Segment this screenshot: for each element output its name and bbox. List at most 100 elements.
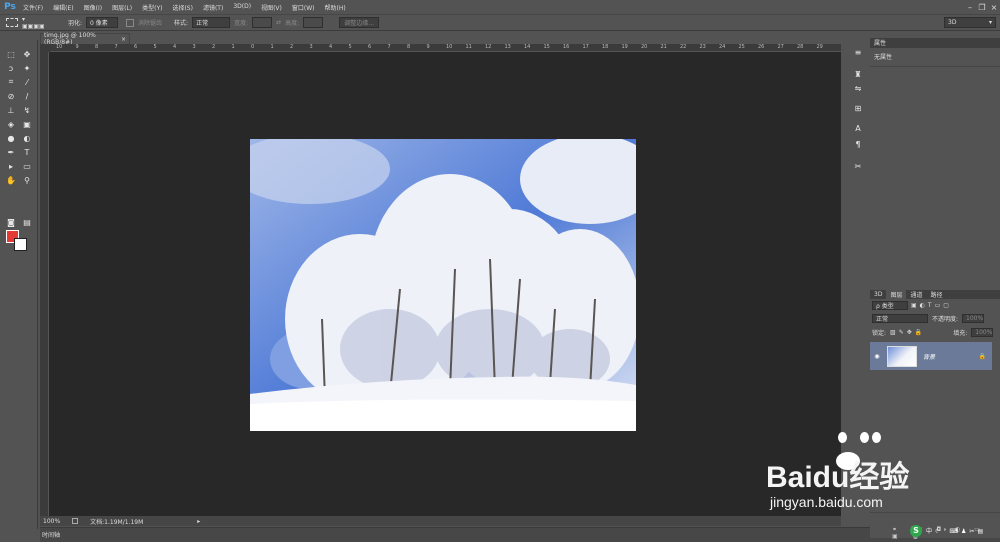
zoom-level[interactable]: 100% [43,518,60,525]
menu-item[interactable]: 类型(Y) [137,3,167,12]
feather-input[interactable]: 0 像素 [86,17,119,28]
quick-mask-icon[interactable]: ◙ [4,216,18,228]
tray-badge-icon[interactable]: S [910,524,922,537]
menu-item[interactable]: 编辑(E) [48,3,78,12]
ruler-tick-label: 12 [485,44,492,50]
width-input[interactable] [252,17,273,28]
styles-panel-icon[interactable]: ⊞ [851,102,865,114]
hand-icon[interactable]: ✋ [4,174,18,186]
layer-lock-icon: 🔒 [978,352,986,360]
minimize-icon[interactable]: – [964,2,976,13]
baidu-watermark: Baidu经验 jingyan.baidu.com [760,432,950,520]
canvas-area[interactable] [49,52,841,516]
timeline-tab[interactable]: 时间轴 [42,530,60,539]
ruler-tick-label: 11 [465,44,472,50]
screen-mode-icon[interactable]: ▤ [20,216,34,228]
export-icon[interactable] [72,518,79,524]
style-select[interactable]: 正常 [192,17,231,28]
rect-marquee-icon[interactable]: ⬚ [4,48,18,60]
refine-edge-button[interactable]: 调整边缘... [339,17,380,28]
antialias-label: 消除锯齿 [138,20,163,27]
tab-close-icon[interactable]: × [121,36,126,43]
layers-tab[interactable]: 路径 [926,290,946,299]
visibility-eye-icon[interactable]: ◉ [870,353,884,360]
menu-item[interactable]: 窗口(W) [287,3,320,12]
lock-icons[interactable]: ▧✎✥🔒 [890,329,925,336]
fill-input[interactable]: 100% [971,328,994,337]
history-panel-icon[interactable]: ≡ [851,46,865,58]
actions-panel-icon[interactable]: ♜ [851,68,865,80]
menu-item[interactable]: 视图(V) [256,3,287,12]
layers-tab[interactable]: 图层 [886,290,907,299]
menu-item[interactable]: 滤镜(T) [198,3,228,12]
path-select-icon[interactable]: ▸ [4,160,18,172]
layer-name[interactable]: 背景 [923,352,935,361]
layers-tab[interactable]: 通道 [906,290,926,299]
opacity-label: 不透明度: [932,316,959,323]
rectangle-shape-icon[interactable]: ▭ [20,160,34,172]
no-properties-text: 无属性 [874,54,893,61]
clone-stamp-icon[interactable]: ⊥ [4,104,18,116]
magic-wand-icon[interactable]: ✦ [20,62,34,74]
marquee-mode-icons[interactable]: ▾ ▣▣▣▣ [22,16,45,30]
document-tab[interactable]: timg.jpg @ 100%(RGB/8#) × [40,32,130,46]
swap-icon[interactable]: ⇄ [276,19,281,26]
ruler-tick-label: 1 [270,44,274,50]
menu-item[interactable]: 图像(I) [79,3,107,12]
ruler-tick-label: 28 [797,44,804,50]
history-brush-icon[interactable]: ↯ [20,104,34,116]
layer-filter-select[interactable]: ρ 类型 [872,301,908,310]
layer-row-background[interactable]: ◉ 背景 🔒 [870,342,992,370]
brush-icon[interactable]: / [20,90,34,102]
close-icon[interactable]: × [988,2,1000,13]
blend-mode-select[interactable]: 正常 [872,314,928,323]
restore-icon[interactable]: ❐ [976,2,988,13]
ruler-tick-label: 17 [582,44,589,50]
crop-icon[interactable]: ⌗ [4,76,18,88]
healing-brush-icon[interactable]: ⊘ [4,90,18,102]
background-color-swatch[interactable] [14,238,27,251]
properties-tab[interactable]: 属性 [870,38,890,47]
tools-preset-icon[interactable]: ✂ [851,160,865,172]
antialias-checkbox[interactable] [126,18,135,27]
height-label: 高度: [285,20,300,27]
menu-item[interactable]: 帮助(H) [320,3,351,12]
lock-label: 锁定: [872,330,887,337]
layers-tab[interactable]: 3D [870,290,886,299]
ruler-tick-label: 13 [504,44,511,50]
blur-icon[interactable]: ● [4,132,18,144]
workspace-select[interactable]: 3D ▾ [944,17,996,28]
dodge-icon[interactable]: ◐ [20,132,34,144]
menu-item[interactable]: 选择(S) [167,3,198,12]
ruler-tick-label: 20 [641,44,648,50]
eraser-icon[interactable]: ◈ [4,118,18,130]
ruler-tick-label: 16 [563,44,570,50]
ruler-corner [40,44,50,52]
lasso-icon[interactable]: ↄ [4,62,18,74]
menu-item[interactable]: 3D(D) [228,3,256,12]
layers-filter-row: ρ 类型 ▣◐T▭▢ [872,301,952,310]
status-arrow-icon[interactable]: ▸ [197,518,200,525]
tray-icons[interactable]: 中☾°⌨♟✂▤ [926,526,986,535]
zoom-icon[interactable]: ⚲ [20,174,34,186]
menu-item[interactable]: 图层(L) [107,3,137,12]
menu-item[interactable]: 文件(F) [18,3,48,12]
ruler-tick-label: 0 [251,44,255,50]
system-tray: S 中☾°⌨♟✂▤ [910,523,1000,538]
adjustments-panel-icon[interactable]: ⇋ [851,82,865,94]
move-icon[interactable]: ✥ [20,48,34,60]
tools-panel: ⬚ ✥ ↄ ✦ ⌗ ⁄ ⊘ / ⊥ ↯ ◈ ▣ ● ◐ ✒ T ▸ ▭ ✋ ⚲ … [0,40,38,529]
eyedropper-icon[interactable]: ⁄ [20,76,34,88]
ruler-tick-label: 5 [348,44,352,50]
pen-icon[interactable]: ✒ [4,146,18,158]
height-input[interactable] [303,17,324,28]
ruler-tick-label: 19 [621,44,628,50]
opacity-input[interactable]: 100% [962,314,985,323]
filter-icons[interactable]: ▣◐T▭▢ [911,302,952,309]
type-icon[interactable]: T [20,146,34,158]
gradient-icon[interactable]: ▣ [20,118,34,130]
marquee-tool-icon[interactable] [6,18,18,27]
character-panel-icon[interactable]: A [851,122,865,134]
ruler-tick-label: 3 [192,44,196,50]
paragraph-panel-icon[interactable]: ¶ [851,138,865,150]
